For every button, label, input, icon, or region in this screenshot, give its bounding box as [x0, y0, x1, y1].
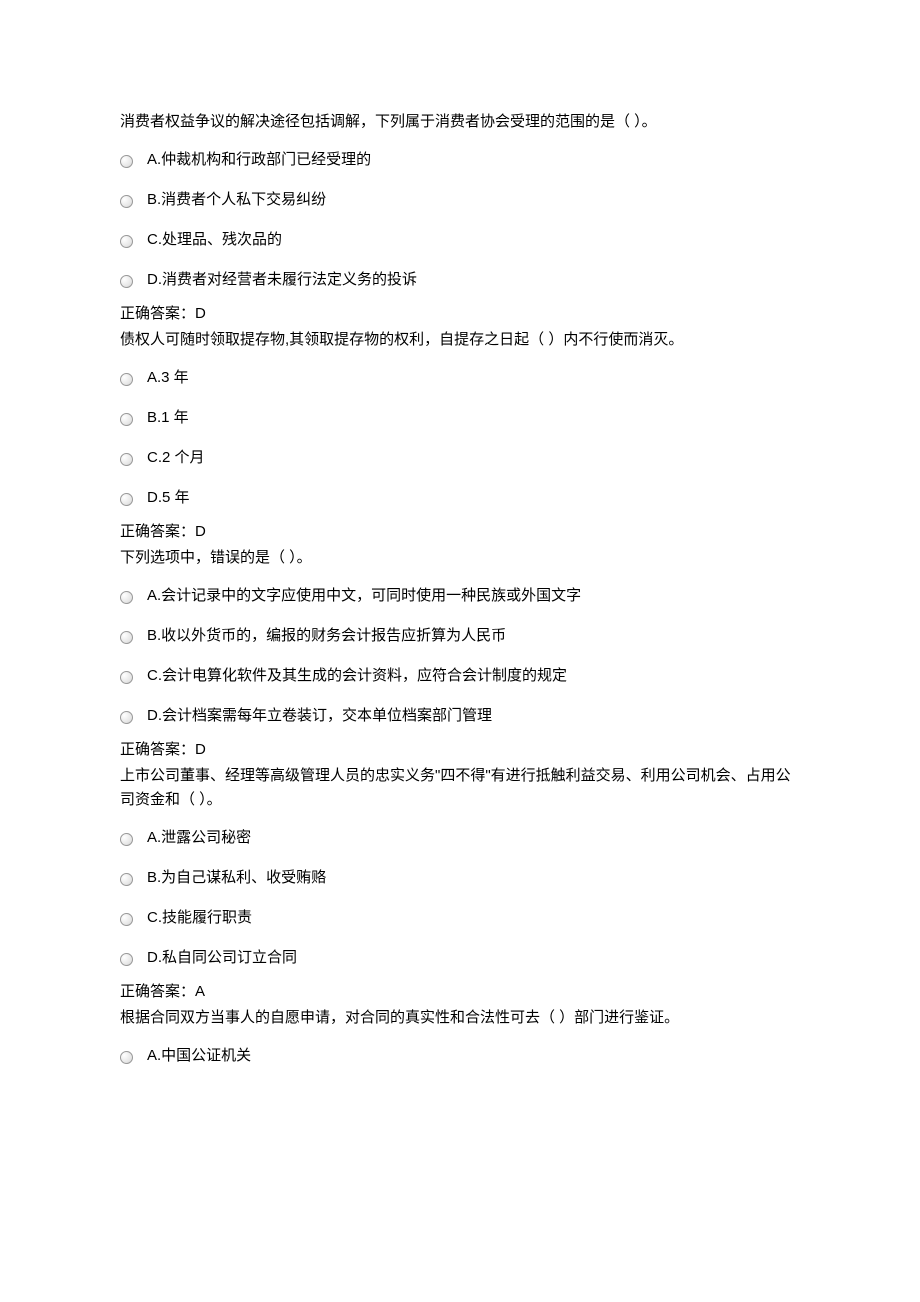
radio-icon[interactable]: [120, 453, 133, 466]
radio-icon[interactable]: [120, 155, 133, 168]
radio-icon[interactable]: [120, 631, 133, 644]
correct-answer: 正确答案：D: [120, 302, 800, 326]
option-label: C.2 个月: [147, 446, 205, 470]
question-2: 债权人可随时领取提存物,其领取提存物的权利，自提存之日起（ ）内不行使而消灭。 …: [120, 328, 800, 544]
radio-icon[interactable]: [120, 413, 133, 426]
option-label: B.收以外货币的，编报的财务会计报告应折算为人民币: [147, 624, 506, 648]
option-label: C.会计电算化软件及其生成的会计资料，应符合会计制度的规定: [147, 664, 567, 688]
option-label: A.3 年: [147, 366, 189, 390]
question-prompt: 债权人可随时领取提存物,其领取提存物的权利，自提存之日起（ ）内不行使而消灭。: [120, 328, 800, 352]
radio-icon[interactable]: [120, 493, 133, 506]
option-row[interactable]: A.仲裁机构和行政部门已经受理的: [120, 140, 800, 180]
option-row[interactable]: A.3 年: [120, 358, 800, 398]
radio-icon[interactable]: [120, 953, 133, 966]
option-row[interactable]: D.消费者对经营者未履行法定义务的投诉: [120, 260, 800, 300]
option-row[interactable]: C.技能履行职责: [120, 898, 800, 938]
correct-answer: 正确答案：D: [120, 738, 800, 762]
option-label: A.会计记录中的文字应使用中文，可同时使用一种民族或外国文字: [147, 584, 581, 608]
option-label: A.泄露公司秘密: [147, 826, 251, 850]
option-label: D.会计档案需每年立卷装订，交本单位档案部门管理: [147, 704, 492, 728]
option-label: B.消费者个人私下交易纠纷: [147, 188, 326, 212]
option-row[interactable]: A.中国公证机关: [120, 1036, 800, 1076]
option-label: C.技能履行职责: [147, 906, 252, 930]
radio-icon[interactable]: [120, 591, 133, 604]
option-label: C.处理品、残次品的: [147, 228, 282, 252]
radio-icon[interactable]: [120, 671, 133, 684]
option-row[interactable]: B.为自己谋私利、收受贿赂: [120, 858, 800, 898]
option-row[interactable]: D.会计档案需每年立卷装订，交本单位档案部门管理: [120, 696, 800, 736]
question-3: 下列选项中，错误的是（ ）。 A.会计记录中的文字应使用中文，可同时使用一种民族…: [120, 546, 800, 762]
option-row[interactable]: A.泄露公司秘密: [120, 818, 800, 858]
question-prompt: 下列选项中，错误的是（ ）。: [120, 546, 800, 570]
option-row[interactable]: B.收以外货币的，编报的财务会计报告应折算为人民币: [120, 616, 800, 656]
question-4: 上市公司董事、经理等高级管理人员的忠实义务"四不得"有进行抵触利益交易、利用公司…: [120, 764, 800, 1004]
option-label: B.1 年: [147, 406, 189, 430]
correct-answer: 正确答案：D: [120, 520, 800, 544]
radio-icon[interactable]: [120, 195, 133, 208]
option-row[interactable]: D.5 年: [120, 478, 800, 518]
radio-icon[interactable]: [120, 235, 133, 248]
option-row[interactable]: C.处理品、残次品的: [120, 220, 800, 260]
option-label: D.消费者对经营者未履行法定义务的投诉: [147, 268, 417, 292]
radio-icon[interactable]: [120, 913, 133, 926]
option-row[interactable]: B.1 年: [120, 398, 800, 438]
question-1: 消费者权益争议的解决途径包括调解，下列属于消费者协会受理的范围的是（ ）。 A.…: [120, 110, 800, 326]
option-row[interactable]: D.私自同公司订立合同: [120, 938, 800, 978]
radio-icon[interactable]: [120, 275, 133, 288]
radio-icon[interactable]: [120, 873, 133, 886]
option-label: D.私自同公司订立合同: [147, 946, 297, 970]
option-row[interactable]: B.消费者个人私下交易纠纷: [120, 180, 800, 220]
option-row[interactable]: A.会计记录中的文字应使用中文，可同时使用一种民族或外国文字: [120, 576, 800, 616]
option-label: A.仲裁机构和行政部门已经受理的: [147, 148, 371, 172]
radio-icon[interactable]: [120, 711, 133, 724]
question-prompt: 根据合同双方当事人的自愿申请，对合同的真实性和合法性可去（ ）部门进行鉴证。: [120, 1006, 800, 1030]
option-label: B.为自己谋私利、收受贿赂: [147, 866, 326, 890]
radio-icon[interactable]: [120, 833, 133, 846]
radio-icon[interactable]: [120, 1051, 133, 1064]
correct-answer: 正确答案：A: [120, 980, 800, 1004]
question-prompt: 上市公司董事、经理等高级管理人员的忠实义务"四不得"有进行抵触利益交易、利用公司…: [120, 764, 800, 812]
option-row[interactable]: C.2 个月: [120, 438, 800, 478]
question-prompt: 消费者权益争议的解决途径包括调解，下列属于消费者协会受理的范围的是（ ）。: [120, 110, 800, 134]
question-5: 根据合同双方当事人的自愿申请，对合同的真实性和合法性可去（ ）部门进行鉴证。 A…: [120, 1006, 800, 1076]
option-label: D.5 年: [147, 486, 190, 510]
option-row[interactable]: C.会计电算化软件及其生成的会计资料，应符合会计制度的规定: [120, 656, 800, 696]
option-label: A.中国公证机关: [147, 1044, 251, 1068]
radio-icon[interactable]: [120, 373, 133, 386]
